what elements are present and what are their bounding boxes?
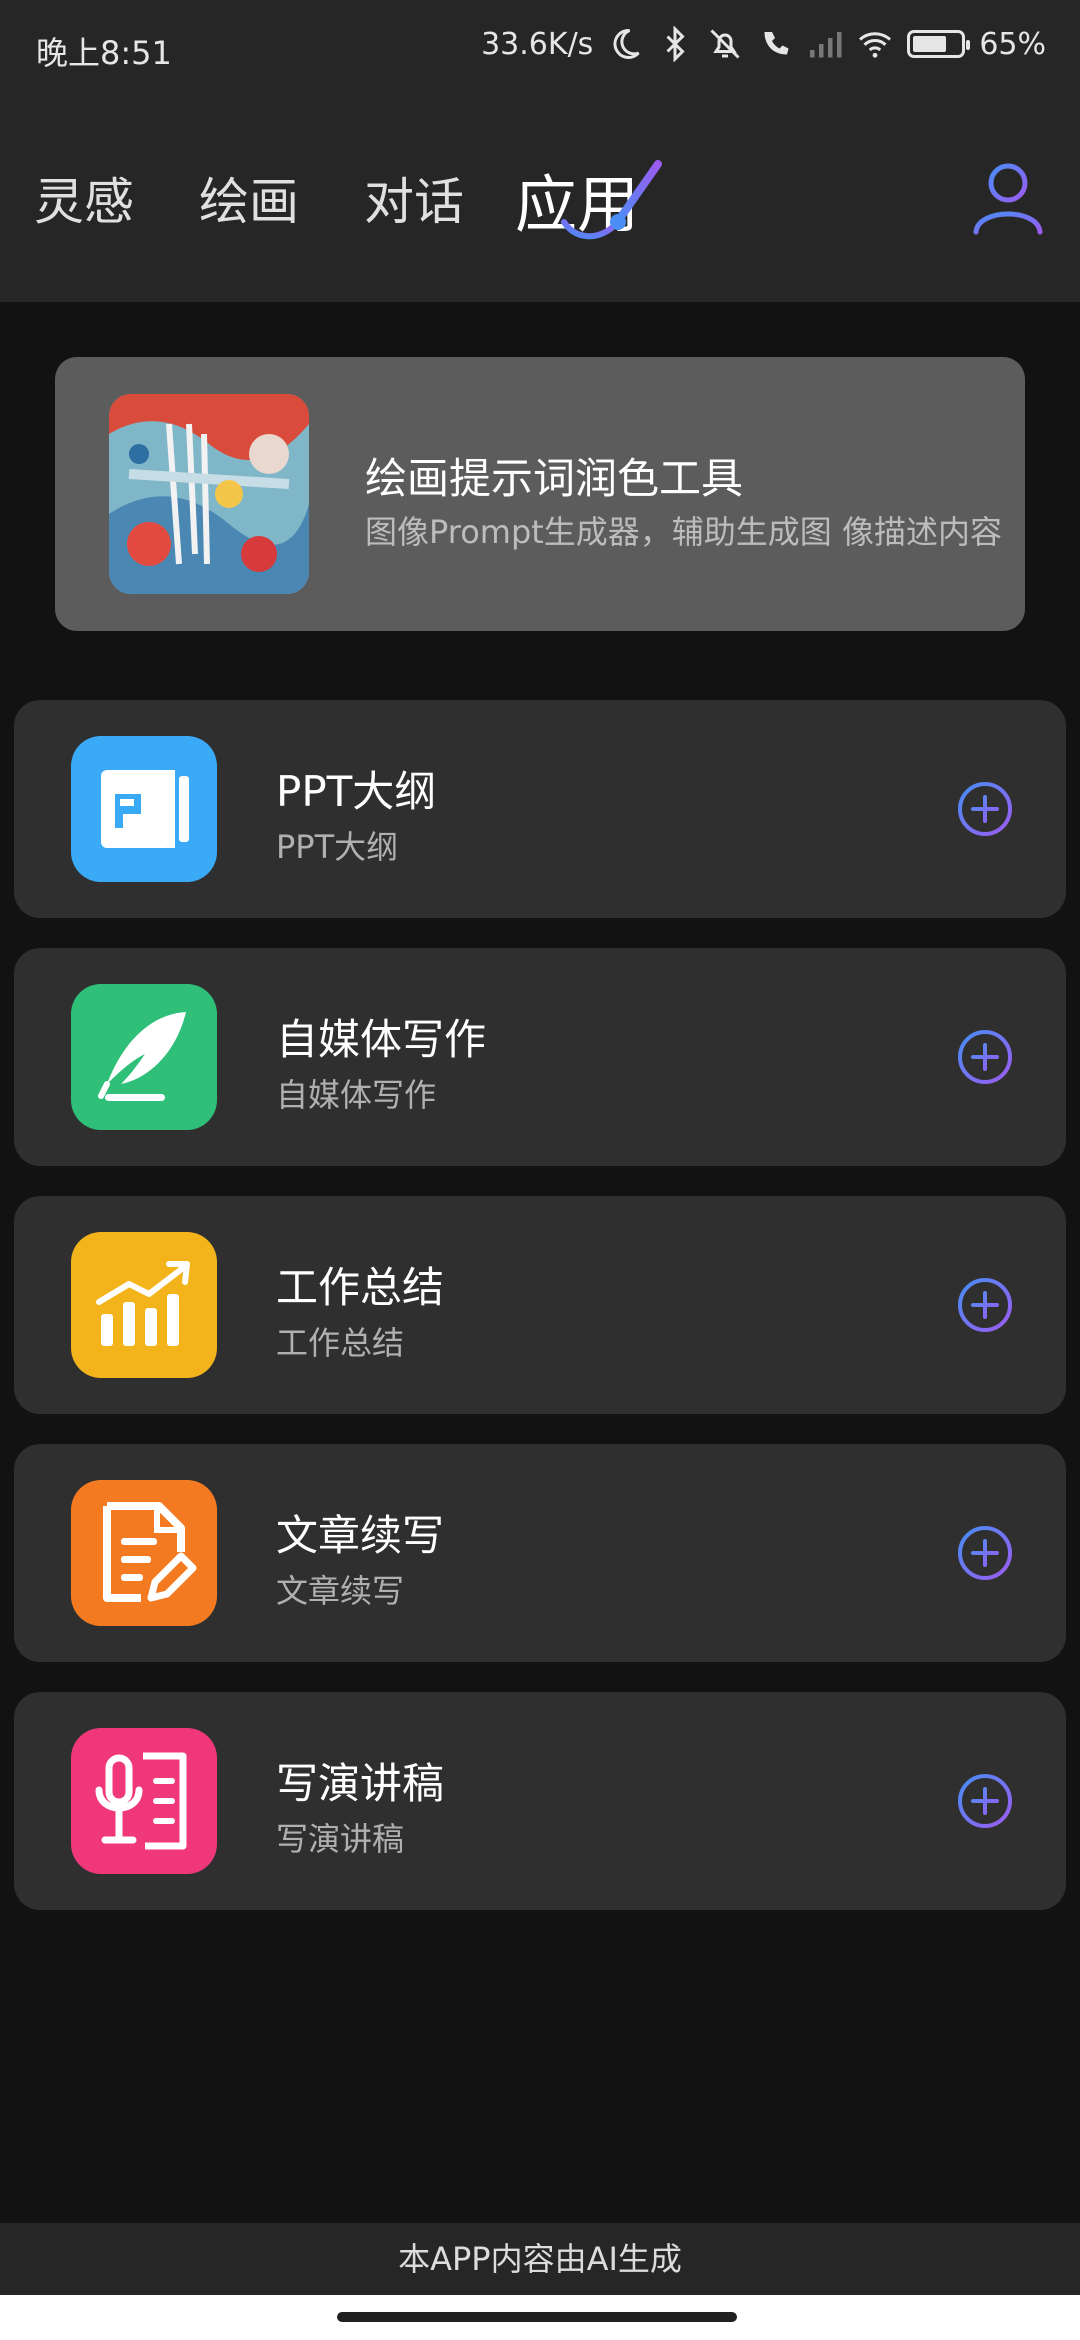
add-circle-icon[interactable] <box>956 780 1014 838</box>
bluetooth-icon <box>666 26 685 62</box>
app-card-speech-writing[interactable]: 写演讲稿 写演讲稿 <box>14 1692 1066 1910</box>
app-title: 写演讲稿 <box>276 1759 445 1808</box>
battery-percent: 65% <box>979 26 1046 62</box>
app-card-work-summary[interactable]: 工作总结 工作总结 <box>14 1196 1066 1414</box>
add-circle-icon[interactable] <box>956 1028 1014 1086</box>
app-title: PPT大纲 <box>276 767 437 816</box>
status-bar: 晚上8:51 33.6K/s 65% <box>0 0 1080 100</box>
app-card-article-continuation[interactable]: 文章续写 文章续写 <box>14 1444 1066 1662</box>
featured-description: 图像Prompt生成器，辅助生成图 像描述内容 <box>365 513 1002 551</box>
ppt-icon <box>71 736 217 882</box>
bar-chart-icon <box>71 1232 217 1378</box>
app-subtitle: 自媒体写作 <box>276 1076 437 1114</box>
app-title: 工作总结 <box>276 1263 445 1312</box>
feather-pen-icon <box>71 984 217 1130</box>
app-subtitle: PPT大纲 <box>276 828 399 866</box>
wifi-icon <box>859 32 892 58</box>
document-edit-icon <box>71 1480 217 1626</box>
featured-tool-card[interactable]: 绘画提示词润色工具 图像Prompt生成器，辅助生成图 像描述内容 <box>55 357 1025 631</box>
app-subtitle: 文章续写 <box>276 1572 405 1610</box>
user-icon[interactable] <box>968 156 1048 236</box>
top-navigation: 灵感 绘画 对话 应用 <box>0 100 1080 302</box>
add-circle-icon[interactable] <box>956 1524 1014 1582</box>
network-speed: 33.6K/s <box>481 26 594 62</box>
battery-icon <box>907 30 971 58</box>
tab-chat[interactable]: 对话 <box>364 162 464 234</box>
app-subtitle: 写演讲稿 <box>276 1820 405 1858</box>
featured-thumbnail <box>109 394 309 594</box>
mute-icon <box>710 29 740 59</box>
add-circle-icon[interactable] <box>956 1772 1014 1830</box>
tab-inspiration[interactable]: 灵感 <box>34 162 134 234</box>
add-circle-icon[interactable] <box>956 1276 1014 1334</box>
moon-icon <box>613 28 640 59</box>
signal-icon <box>810 32 842 58</box>
app-card-media-writing[interactable]: 自媒体写作 自媒体写作 <box>14 948 1066 1166</box>
app-card-ppt-outline[interactable]: PPT大纲 PPT大纲 <box>14 700 1066 918</box>
ai-disclaimer-footer: 本APP内容由AI生成 <box>0 2223 1080 2295</box>
call-icon <box>764 32 789 55</box>
status-time: 晚上8:51 <box>36 34 172 72</box>
microphone-doc-icon <box>71 1728 217 1874</box>
status-indicators: 33.6K/s 65% <box>481 26 1046 62</box>
app-title: 文章续写 <box>276 1511 445 1560</box>
active-tab-brush-icon <box>561 160 662 240</box>
tab-painting[interactable]: 绘画 <box>199 162 299 234</box>
app-subtitle: 工作总结 <box>276 1324 405 1362</box>
app-title: 自媒体写作 <box>276 1015 487 1064</box>
home-indicator[interactable] <box>337 2312 737 2322</box>
featured-title: 绘画提示词润色工具 <box>365 454 744 503</box>
